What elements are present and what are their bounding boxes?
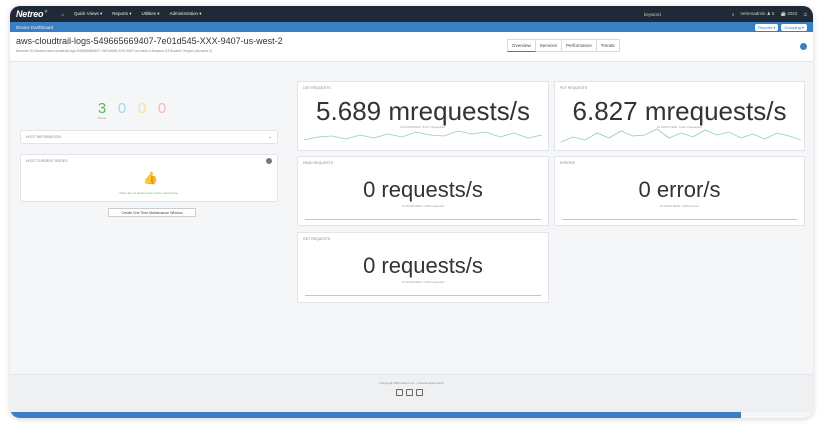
host-issues-label: HOST CURRENT ISSUES <box>26 159 68 163</box>
sub-bar: Device Dashboard Reports ▾ Grouping ▾ <box>10 22 813 32</box>
nav-administration[interactable]: Administration ▾ <box>170 11 202 17</box>
list-requests-sparkline <box>303 130 543 141</box>
head-requests-peak: 24 HOUR PEAK: 0.000 requests/s <box>401 204 445 208</box>
twitter-icon[interactable] <box>406 389 413 396</box>
breadcrumb[interactable]: Amazon S3 Bucket aws-cloudtrail-logs-549… <box>16 49 212 53</box>
page-footer: Copyright 2022 Netreo Inc. | License Agr… <box>10 374 813 412</box>
get-requests-label: GET REQUESTS <box>303 237 331 241</box>
search-icon[interactable]: ⌕ <box>732 12 735 17</box>
tab-performance[interactable]: Performance <box>562 39 597 52</box>
power-icon[interactable]: ⏻ <box>803 12 807 17</box>
head-requests-sparkline <box>305 219 541 220</box>
nav-quick-views[interactable]: Quick Views ▾ <box>74 11 102 17</box>
errors-sparkline <box>562 219 797 220</box>
tab-overview[interactable]: Overview <box>507 39 536 52</box>
status-count-minor[interactable]: 0 <box>132 100 152 120</box>
copyright-text[interactable]: Copyright 2022 Netreo Inc. | License Agr… <box>10 381 813 385</box>
get-requests-sparkline <box>305 295 541 296</box>
status-count-normal[interactable]: 3 Normal <box>92 100 112 120</box>
netreo-logo[interactable]: Netreo✦ <box>16 9 48 19</box>
device-header: aws-cloudtrail-logs-549665669407-7e01d54… <box>10 32 813 62</box>
gear-icon[interactable] <box>800 43 807 50</box>
host-issues-panel: HOST CURRENT ISSUES 👍 There are no issue… <box>20 154 278 202</box>
progress-bar <box>10 412 741 418</box>
facebook-icon[interactable] <box>396 389 403 396</box>
tab-bar: Overview Services Performance Trends <box>507 39 620 52</box>
errors-label: ERRORS <box>560 161 575 165</box>
status-count-critical[interactable]: 0 <box>152 100 172 120</box>
host-information-label: HOST INFORMATION <box>26 135 61 139</box>
home-icon[interactable]: ⌂ <box>61 12 64 17</box>
top-navigation: Netreo✦ ⌂ Quick Views ▾ Reports ▾ Utilit… <box>10 6 813 22</box>
status-counts: 3 Normal 0 0 0 <box>92 100 172 120</box>
get-requests-peak: 24 HOUR PEAK: 0.000 requests/s <box>401 280 445 284</box>
errors-peak: 24 HOUR PEAK: 0.000 errors/s <box>659 204 700 208</box>
status-count-warning[interactable]: 0 <box>112 100 132 120</box>
thumbs-up-icon: 👍 <box>143 171 158 185</box>
info-icon[interactable] <box>266 158 272 164</box>
reports-dropdown[interactable]: Reports ▾ <box>755 23 779 31</box>
device-title: aws-cloudtrail-logs-549665669407-7e01d54… <box>16 36 283 46</box>
tab-trends[interactable]: Trends <box>596 39 620 52</box>
get-requests-value: 0 requests/s <box>363 253 483 278</box>
put-requests-card[interactable]: PUT REQUESTS 6.827 mrequests/s 24 HOUR P… <box>554 81 805 151</box>
nav-reports[interactable]: Reports ▾ <box>112 11 131 17</box>
get-requests-card[interactable]: GET REQUESTS 0 requests/s 24 HOUR PEAK: … <box>297 232 549 303</box>
tab-services[interactable]: Services <box>535 39 563 52</box>
errors-card[interactable]: ERRORS 0 error/s 24 HOUR PEAK: 0.000 err… <box>554 156 805 226</box>
errors-value: 0 error/s <box>638 177 721 202</box>
no-issues-text: There are no issues open at the current … <box>119 191 179 195</box>
host-information-panel[interactable]: HOST INFORMATION ⌄ <box>20 130 278 144</box>
status-card: 3 Normal 0 0 0 HOST INFORMATION ⌄ HOST CU… <box>16 78 292 228</box>
head-requests-value: 0 requests/s <box>363 177 483 202</box>
head-requests-card[interactable]: HEAD REQUESTS 0 requests/s 24 HOUR PEAK:… <box>297 156 549 226</box>
social-icons <box>396 389 426 396</box>
user-menu[interactable]: netreoadmin ♟ 5 <box>741 11 775 17</box>
search-input[interactable]: keyword <box>644 10 722 19</box>
chevron-down-icon[interactable]: ⌄ <box>268 134 272 140</box>
head-requests-label: HEAD REQUESTS <box>303 161 333 165</box>
list-requests-card[interactable]: LIST REQUESTS 5.689 mrequests/s 24 HOUR … <box>297 81 549 151</box>
linkedin-icon[interactable] <box>416 389 423 396</box>
page-title-bar: Device Dashboard <box>16 24 54 30</box>
put-requests-sparkline <box>560 128 802 143</box>
app-window: Netreo✦ ⌂ Quick Views ▾ Reports ▾ Utilit… <box>10 6 813 418</box>
grouping-dropdown[interactable]: Grouping ▾ <box>781 23 807 31</box>
nav-utilities[interactable]: Utilities ▾ <box>141 11 159 17</box>
clock-label: ☕ 2022 <box>780 11 798 16</box>
maintenance-button[interactable]: Create One Time Maintenance Window <box>108 208 196 217</box>
